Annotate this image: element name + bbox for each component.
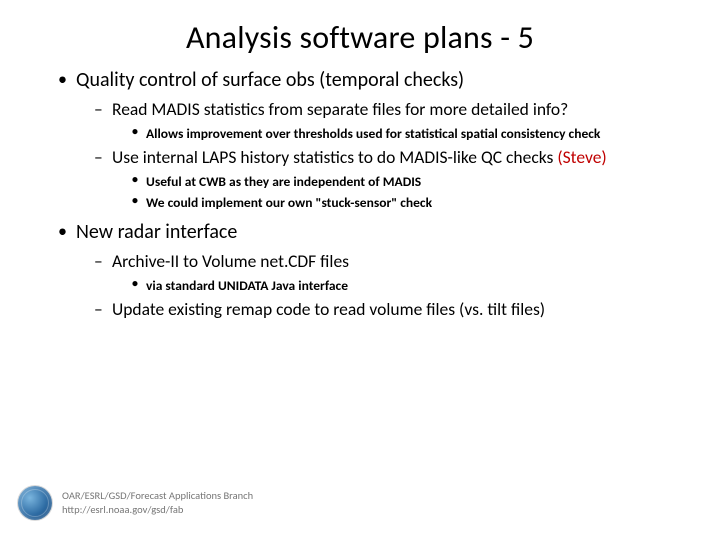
bullet-list: Quality control of surface obs (temporal…: [58, 67, 680, 322]
bullet-sublist: Allows improvement over thresholds used …: [112, 124, 680, 144]
bullet-item: Allows improvement over thresholds used …: [132, 124, 680, 144]
bullet-sublist: Archive-II to Volume net.CDF files via s…: [76, 250, 680, 322]
bullet-item: Archive-II to Volume net.CDF files via s…: [94, 250, 680, 295]
bullet-item: Quality control of surface obs (temporal…: [58, 67, 680, 213]
bullet-text: Update existing remap code to read volum…: [112, 298, 545, 320]
bullet-text: Useful at CWB as they are independent of…: [146, 173, 421, 190]
bullet-item: Read MADIS statistics from separate file…: [94, 98, 680, 143]
footer: OAR/ESRL/GSD/Forecast Applications Branc…: [18, 486, 253, 520]
bullet-text: Quality control of surface obs (temporal…: [76, 68, 464, 92]
bullet-text: We could implement our own "stuck-sensor…: [146, 194, 432, 211]
noaa-logo-icon: [18, 486, 52, 520]
bullet-text: Allows improvement over thresholds used …: [146, 125, 600, 142]
bullet-item: New radar interface Archive-II to Volume…: [58, 219, 680, 322]
bullet-item: We could implement our own "stuck-sensor…: [132, 193, 680, 213]
bullet-sublist: via standard UNIDATA Java interface: [112, 276, 680, 296]
bullet-text: Archive-II to Volume net.CDF files: [112, 250, 349, 272]
slide-title: Analysis software plans - 5: [0, 0, 720, 67]
bullet-sublist: Read MADIS statistics from separate file…: [76, 98, 680, 213]
footer-line: OAR/ESRL/GSD/Forecast Applications Branc…: [62, 489, 253, 503]
bullet-item: Useful at CWB as they are independent of…: [132, 172, 680, 192]
slide-content: Quality control of surface obs (temporal…: [0, 67, 720, 322]
bullet-text: New radar interface: [76, 220, 237, 244]
bullet-text: Use internal LAPS history statistics to …: [112, 146, 557, 168]
bullet-text: Read MADIS statistics from separate file…: [112, 98, 568, 120]
footer-line: http://esrl.noaa.gov/gsd/fab: [62, 503, 253, 517]
footer-text: OAR/ESRL/GSD/Forecast Applications Branc…: [62, 489, 253, 516]
slide: Analysis software plans - 5 Quality cont…: [0, 0, 720, 540]
bullet-sublist: Useful at CWB as they are independent of…: [112, 172, 680, 213]
bullet-item: Update existing remap code to read volum…: [94, 298, 680, 322]
owner-tag: (Steve): [557, 146, 606, 168]
bullet-text: via standard UNIDATA Java interface: [146, 277, 348, 294]
bullet-item: Use internal LAPS history statistics to …: [94, 146, 680, 213]
bullet-item: via standard UNIDATA Java interface: [132, 276, 680, 296]
